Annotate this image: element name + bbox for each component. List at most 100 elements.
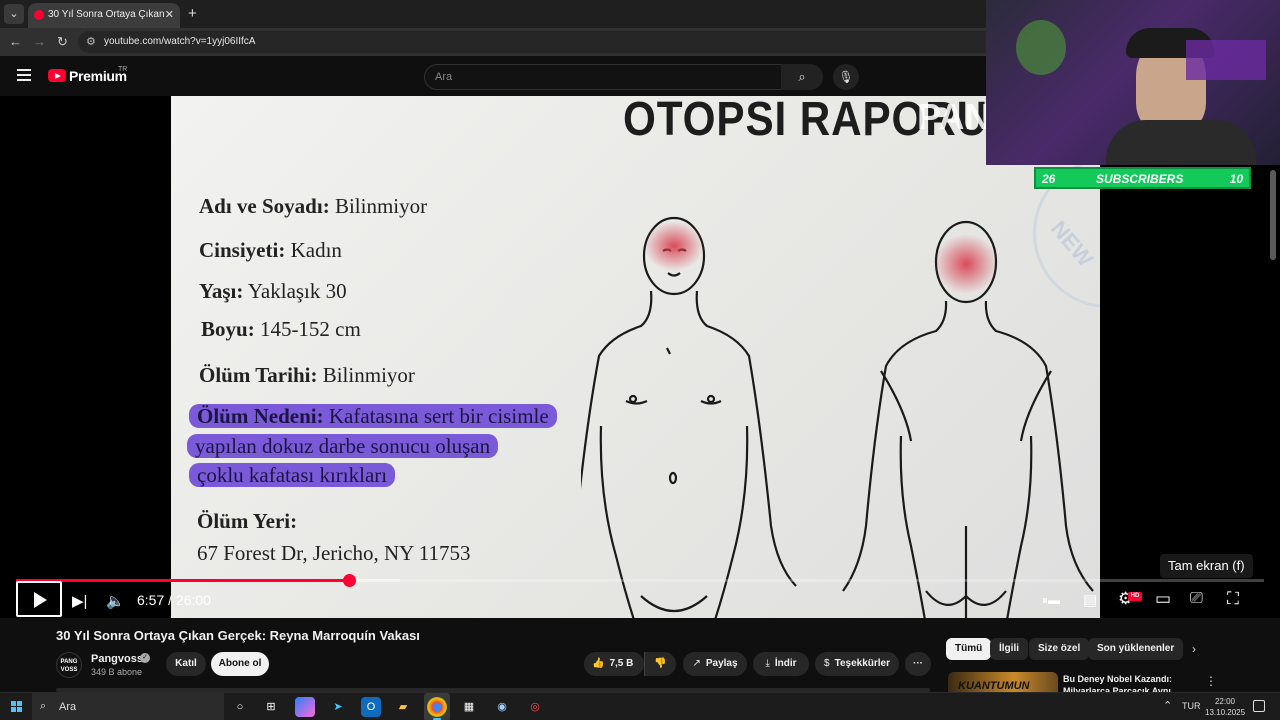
reload-icon[interactable]: ↻	[57, 34, 68, 50]
play-button[interactable]	[16, 581, 62, 617]
download-button[interactable]: ⤓ İndir	[753, 652, 809, 676]
notification-icon[interactable]	[1253, 700, 1265, 712]
windows-taskbar: ⌕ Ara ○ ⊞ ➤ O ▰ ▦ ◉ ◎ ⌃ TUR 22:00 13.10.…	[0, 692, 1280, 720]
site-info-icon[interactable]: ⚙	[86, 35, 96, 48]
cause-line-2: yapılan dokuz darbe sonucu oluşan	[187, 434, 499, 459]
background-figure	[1016, 20, 1066, 75]
subscribe-button[interactable]: Abone ol	[211, 652, 269, 676]
obs-icon[interactable]: ◎	[525, 697, 545, 717]
plus-icon[interactable]: +	[188, 5, 197, 22]
search-input[interactable]: Ara	[424, 64, 782, 90]
chip-all[interactable]: Tümü	[946, 638, 992, 660]
clock-date: 13.10.2025	[1205, 708, 1246, 717]
field-place-value: 67 Forest Dr, Jericho, NY 11753	[197, 541, 471, 565]
back-icon[interactable]: ←	[9, 34, 22, 49]
steam-icon[interactable]: ◉	[492, 697, 512, 717]
share-button[interactable]: ↗ Paylaş	[683, 652, 747, 676]
windows-icon[interactable]	[11, 701, 22, 712]
subscriber-goal-bar: 26 SUBSCRIBERS 10	[1034, 167, 1251, 189]
url-text: youtube.com/watch?v=1yyj06IIfcA	[104, 36, 256, 47]
cause-line-1: Ölüm Nedeni: Kafatasına sert bir cisimle	[189, 404, 557, 429]
cause-line-3: çoklu kafatası kırıkları	[189, 463, 396, 488]
join-button[interactable]: Katıl	[166, 652, 206, 676]
taskbar-search-label: Ara	[59, 701, 77, 713]
video-frame: NEW OTOPSI RAPORU PAN Adı ve Soyadı: Bil…	[171, 96, 1100, 618]
browser-tab[interactable]: 30 Yıl Sonra Ortaya Çıkan Gerçek: Reyna …	[28, 3, 180, 28]
next-icon[interactable]: ▶|	[72, 592, 87, 610]
thanks-label: Teşekkürler	[834, 658, 890, 669]
menu-icon[interactable]	[17, 69, 31, 81]
thumbnail-text: KUANTUMUN	[958, 680, 1030, 692]
subscriber-label: SUBSCRIBERS	[1096, 172, 1184, 186]
chip-for-you[interactable]: Size özel	[1029, 638, 1090, 660]
folder-icon[interactable]: ▰	[393, 697, 413, 717]
youtube-favicon-icon	[34, 10, 44, 20]
like-icon: 👍	[592, 658, 605, 669]
download-icon: ⤓	[765, 658, 770, 669]
forward-icon[interactable]: →	[33, 34, 46, 49]
fullscreen-tooltip: Tam ekran (f)	[1160, 554, 1253, 578]
widgets-icon[interactable]: ⊞	[261, 697, 281, 717]
youtube-logo-icon[interactable]	[48, 69, 66, 82]
avatar[interactable]: PANG VOSS	[56, 652, 82, 678]
field-place-label: Ölüm Yeri:	[197, 509, 298, 533]
share-icon: ↗	[692, 658, 701, 669]
chevron-right-icon[interactable]: ›	[1192, 642, 1196, 656]
field-death-date: Ölüm Tarihi: Bilinmiyor	[199, 363, 415, 387]
channel-name[interactable]: Pangvoss	[91, 653, 143, 665]
tab-list-icon[interactable]: ⌄	[4, 4, 24, 24]
search-placeholder: Ara	[435, 71, 453, 83]
dislike-button[interactable]: 👎	[644, 652, 676, 676]
store-icon[interactable]: ▦	[459, 697, 479, 717]
subscriber-count-left: 26	[1042, 172, 1056, 186]
copilot-icon[interactable]	[295, 697, 315, 717]
chip-related[interactable]: İlgili	[990, 638, 1028, 660]
background-poster	[1186, 40, 1266, 80]
front-figure	[581, 216, 797, 618]
clock[interactable]: 22:00 13.10.2025	[1205, 696, 1245, 718]
more-vert-icon[interactable]: ⋮	[1205, 674, 1217, 688]
chip-recent[interactable]: Son yüklenenler	[1088, 638, 1184, 660]
thanks-icon: $	[824, 658, 830, 669]
more-actions-button[interactable]: ···	[905, 652, 931, 676]
region-label: TR	[118, 66, 128, 73]
subscriber-count-right: 10	[1229, 172, 1243, 186]
search-icon: ⌕	[40, 700, 47, 712]
search-button[interactable]: ⌕	[781, 64, 823, 90]
theater-icon[interactable]: ▭	[1155, 589, 1171, 609]
thanks-button[interactable]: $ Teşekkürler	[815, 652, 899, 676]
webcam-overlay	[986, 0, 1280, 165]
video-title: 30 Yıl Sonra Ortaya Çıkan Gerçek: Reyna …	[56, 628, 420, 643]
field-age: Yaşı: Yaklaşık 30	[199, 279, 347, 303]
tab-title: 30 Yıl Sonra Ortaya Çıkan Gerçek: Reyna …	[48, 9, 166, 20]
taskbar-search[interactable]: ⌕ Ara	[32, 693, 224, 720]
fullscreen-icon[interactable]: ⛶	[1227, 589, 1239, 609]
like-count: 7,5 B	[609, 658, 634, 669]
subtitles-icon[interactable]: ▤	[1083, 591, 1097, 609]
page-scrollbar[interactable]	[1270, 170, 1276, 260]
autoplay-icon[interactable]: ⏸▬	[1042, 593, 1060, 608]
like-button[interactable]: 👍 7,5 B	[584, 652, 644, 676]
verified-icon: ✓	[140, 653, 150, 663]
front-injury	[644, 221, 704, 271]
share-label: Paylaş	[705, 658, 738, 669]
back-injury	[934, 234, 998, 294]
mic-icon[interactable]: 🎙	[833, 64, 859, 90]
outlook-icon[interactable]: O	[361, 697, 381, 717]
task-view-icon[interactable]: ○	[230, 697, 250, 717]
volume-icon[interactable]: 🔈	[106, 592, 125, 610]
time-display: 6:57 / 26:00	[137, 592, 211, 608]
clock-time: 22:00	[1214, 697, 1236, 706]
chrome-icon[interactable]	[427, 697, 447, 717]
cast-icon[interactable]: ⎚	[1190, 590, 1203, 608]
telegram-icon[interactable]: ➤	[328, 697, 348, 717]
language-indicator[interactable]: TUR	[1182, 701, 1201, 711]
dislike-icon: 👎	[654, 658, 667, 669]
progress-bar[interactable]	[16, 574, 1264, 587]
download-label: İndir	[774, 658, 797, 669]
chevron-up-icon[interactable]: ⌃	[1163, 699, 1172, 712]
hd-badge: HD	[1128, 592, 1142, 601]
close-icon[interactable]: ✕	[165, 8, 174, 21]
field-name: Adı ve Soyadı: Bilinmiyor	[199, 194, 428, 218]
field-height: Boyu: 145-152 cm	[201, 317, 361, 341]
